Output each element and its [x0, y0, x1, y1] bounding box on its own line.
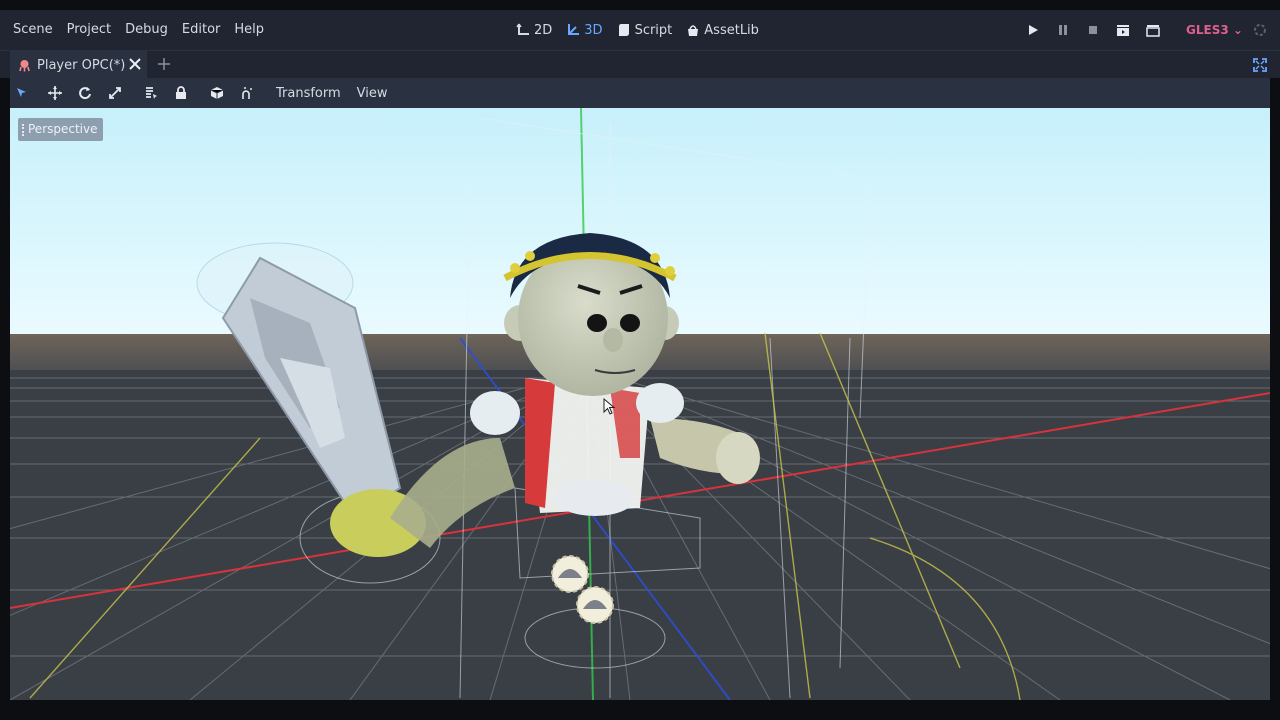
- menu-editor[interactable]: Editor: [175, 10, 227, 50]
- menu-project[interactable]: Project: [60, 10, 118, 50]
- move-tool[interactable]: [40, 78, 70, 108]
- scale-icon: [109, 87, 121, 99]
- script-icon: [618, 24, 629, 36]
- scale-tool[interactable]: [100, 78, 130, 108]
- menu-debug[interactable]: Debug: [118, 10, 175, 50]
- local-space-button[interactable]: [202, 78, 232, 108]
- spatial-toolbar: Transform View: [10, 78, 1270, 108]
- snap-button[interactable]: [232, 78, 262, 108]
- play-scene-button[interactable]: [1114, 21, 1132, 39]
- drag-handle-icon: [22, 123, 24, 136]
- select-tool[interactable]: [10, 78, 34, 108]
- lock-button[interactable]: [166, 78, 196, 108]
- update-spinner-icon[interactable]: [1252, 22, 1268, 38]
- close-icon[interactable]: [127, 56, 143, 72]
- workspace-assetlib-label: AssetLib: [704, 22, 759, 38]
- workspace-2d-label: 2D: [534, 22, 553, 38]
- pause-icon: [1059, 25, 1067, 35]
- play-custom-scene-button[interactable]: [1144, 21, 1162, 39]
- list-select-icon: [146, 87, 157, 99]
- clapperboard-play-icon: [1117, 25, 1129, 36]
- scene-tab-player-opc[interactable]: Player OPC(*): [10, 51, 147, 79]
- assetlib-icon: [688, 25, 699, 36]
- menu-scene[interactable]: Scene: [6, 10, 60, 50]
- workspace-script-label: Script: [634, 22, 673, 38]
- cursor-arrow-icon: [17, 88, 26, 97]
- play-icon: [1029, 25, 1038, 35]
- fullscreen-icon[interactable]: [1252, 57, 1268, 73]
- rotate-tool[interactable]: [70, 78, 100, 108]
- menu-help[interactable]: Help: [227, 10, 271, 50]
- main-menu: Scene Project Debug Editor Help: [6, 10, 271, 50]
- run-controls: [1024, 10, 1162, 50]
- scene-tab-bar: Player OPC(*): [0, 50, 1280, 79]
- bottom-letterbox: [0, 700, 1280, 720]
- workspace-3d[interactable]: 3D: [566, 22, 603, 38]
- scene-tab-label: Player OPC(*): [37, 57, 126, 73]
- perspective-label: Perspective: [28, 122, 98, 136]
- rotate-icon: [79, 87, 91, 100]
- clapperboard-icon: [1146, 25, 1160, 37]
- transform-menu[interactable]: Transform: [268, 86, 349, 101]
- mouse-cursor-icon: [603, 398, 616, 415]
- view-menu[interactable]: View: [349, 86, 396, 101]
- renderer-label: GLES3: [1186, 23, 1229, 37]
- stop-button[interactable]: [1084, 21, 1102, 39]
- snap-icon: [242, 87, 252, 99]
- workspace-switcher: 2D 3D Script AssetLib: [516, 10, 759, 50]
- move-icon: [48, 86, 62, 100]
- list-select-tool[interactable]: [136, 78, 166, 108]
- workspace-script[interactable]: Script: [617, 22, 673, 38]
- viewport-perspective-menu[interactable]: Perspective: [18, 118, 103, 141]
- renderer-select[interactable]: GLES3 ⌄: [1186, 10, 1243, 50]
- top-bar: Scene Project Debug Editor Help 2D 3D Sc…: [0, 10, 1280, 50]
- cube-icon: [210, 87, 224, 99]
- 2d-icon: [516, 23, 529, 35]
- chevron-down-icon: ⌄: [1232, 23, 1243, 37]
- 3d-viewport[interactable]: Perspective: [10, 108, 1270, 700]
- 3d-icon: [568, 24, 580, 35]
- stop-icon: [1089, 26, 1097, 34]
- lock-icon: [176, 86, 186, 99]
- play-button[interactable]: [1024, 21, 1042, 39]
- viewport-scene: [10, 108, 1270, 700]
- pause-button[interactable]: [1054, 21, 1072, 39]
- workspace-3d-label: 3D: [584, 22, 603, 38]
- workspace-2d[interactable]: 2D: [516, 23, 552, 38]
- octopus-node-icon: [19, 59, 30, 71]
- add-tab-icon[interactable]: [156, 56, 172, 72]
- workspace-assetlib[interactable]: AssetLib: [686, 23, 759, 38]
